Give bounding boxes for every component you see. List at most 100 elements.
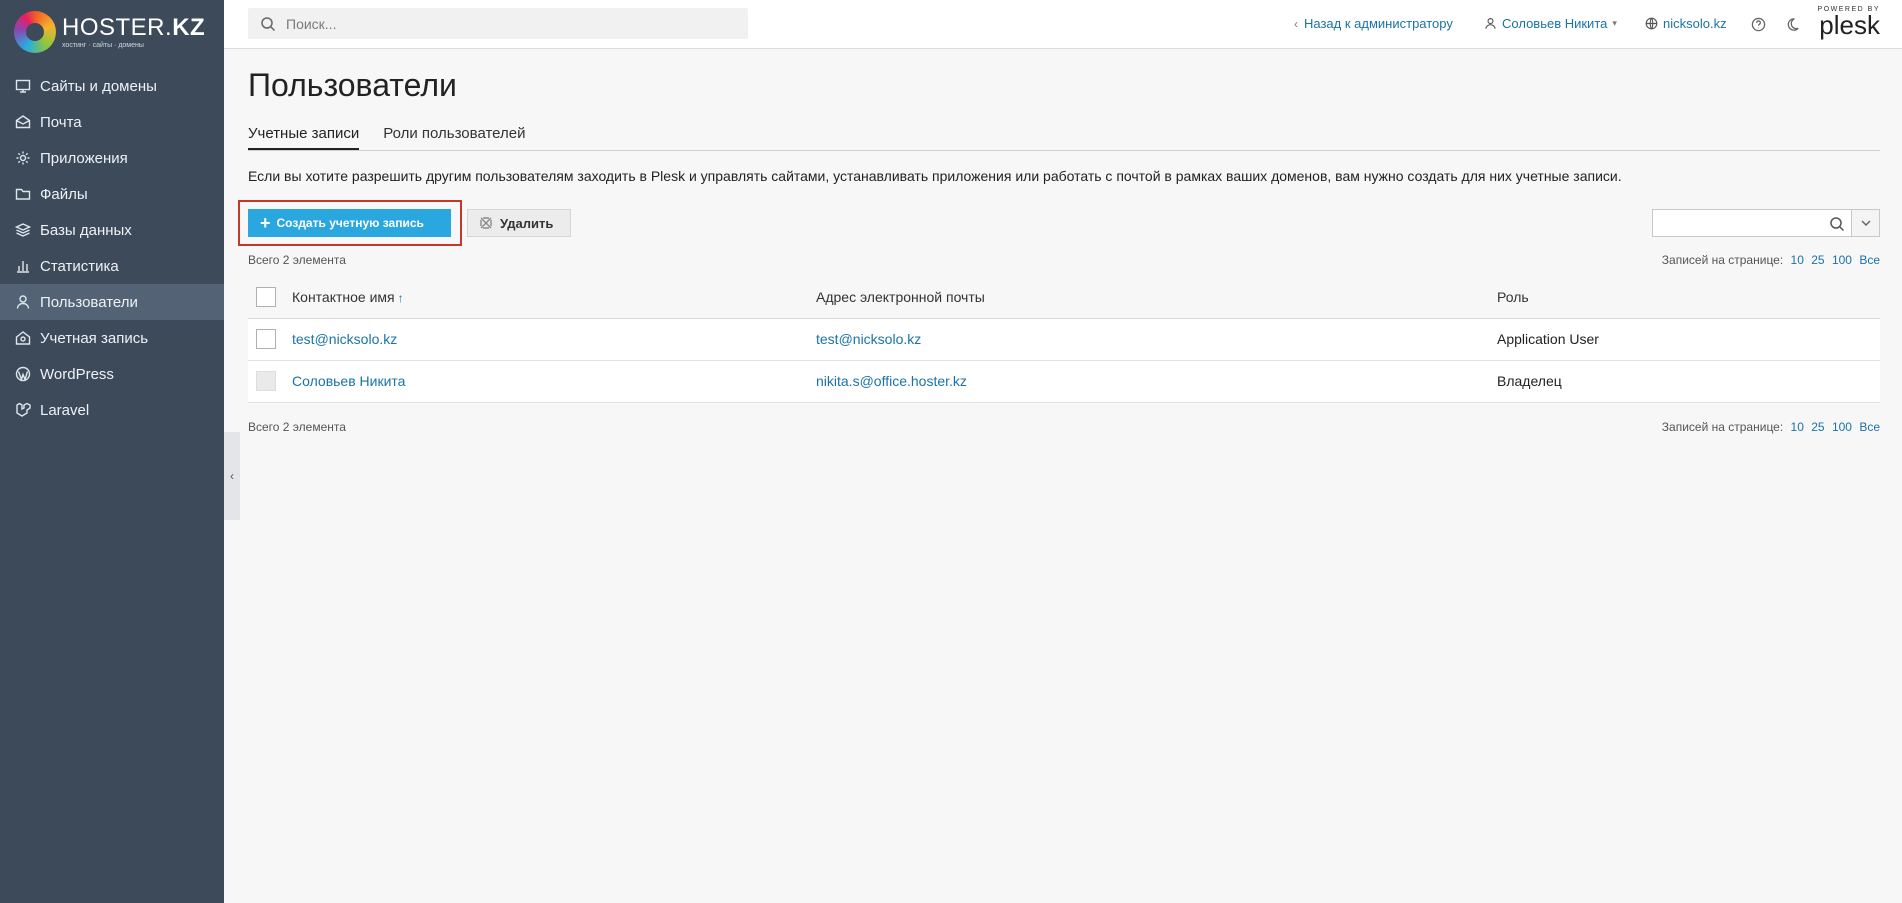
sidebar-item-label: Почта: [40, 113, 82, 131]
column-contact-name[interactable]: Контактное имя ↑: [292, 276, 816, 319]
top-bar: ‹ Назад к администратору Соловьев Никита…: [224, 0, 1902, 49]
sidebar-item-wordpress[interactable]: WordPress: [0, 356, 224, 392]
dark-mode-icon[interactable]: [1782, 14, 1802, 34]
sidebar-item-files[interactable]: Файлы: [0, 176, 224, 212]
sidebar: HOSTER.KZ хостинг · сайты · домены Сайты…: [0, 0, 224, 903]
sidebar-item-mail[interactable]: Почта: [0, 104, 224, 140]
sidebar-item-laravel[interactable]: Laravel: [0, 392, 224, 428]
delete-button[interactable]: Удалить: [467, 209, 571, 237]
tab-user-roles[interactable]: Роли пользователей: [383, 125, 525, 150]
sidebar-item-applications[interactable]: Приложения: [0, 140, 224, 176]
sidebar-item-databases[interactable]: Базы данных: [0, 212, 224, 248]
filter-input[interactable]: [1652, 209, 1852, 237]
user-email-link[interactable]: nikita.s@office.hoster.kz: [816, 373, 967, 389]
globe-icon: [1645, 17, 1658, 30]
sort-asc-icon: ↑: [397, 290, 404, 305]
user-email-link[interactable]: test@nicksolo.kz: [816, 331, 921, 347]
sidebar-item-users[interactable]: Пользователи: [0, 284, 224, 320]
help-icon[interactable]: [1748, 14, 1768, 34]
column-role[interactable]: Роль: [1497, 276, 1880, 319]
column-label: Контактное имя: [292, 288, 395, 305]
bar-chart-icon: [14, 257, 32, 275]
user-name: Соловьев Никита: [1502, 16, 1608, 31]
sidebar-item-label: Файлы: [40, 185, 88, 203]
user-name-link[interactable]: Соловьев Никита: [292, 373, 405, 389]
per-page-all[interactable]: Все: [1859, 253, 1880, 267]
per-page-100[interactable]: 100: [1832, 420, 1852, 434]
brand-name: HOSTER.KZ: [62, 13, 206, 41]
monitor-icon: [14, 77, 32, 95]
per-page-25[interactable]: 25: [1811, 420, 1824, 434]
page-description: Если вы хотите разрешить другим пользова…: [248, 168, 1622, 184]
user-name-link[interactable]: test@nicksolo.kz: [292, 331, 397, 347]
sidebar-collapse-handle[interactable]: ‹: [224, 432, 240, 520]
account-icon: [14, 329, 32, 347]
per-page-100[interactable]: 100: [1832, 253, 1852, 267]
brand-tagline: хостинг · сайты · домены: [62, 41, 144, 49]
per-page-label: Записей на странице:: [1661, 419, 1784, 434]
folder-icon: [14, 185, 32, 203]
user-menu[interactable]: Соловьев Никита ▾: [1484, 16, 1617, 31]
pagination-per-page: Записей на странице: 10 25 100 Все: [1662, 253, 1880, 267]
global-search: [248, 8, 748, 39]
table-header-row: Контактное имя ↑ Адрес электронной почты …: [248, 276, 1880, 319]
chevron-down-icon: ▾: [1612, 18, 1617, 28]
search-icon: [1830, 217, 1845, 232]
laravel-icon: [14, 401, 32, 419]
users-table: Контактное имя ↑ Адрес электронной почты …: [248, 276, 1880, 403]
filter-toggle-button[interactable]: [1852, 209, 1880, 237]
back-to-admin-label: Назад к администратору: [1304, 16, 1453, 31]
mail-icon: [14, 113, 32, 131]
sidebar-item-label: Приложения: [40, 149, 128, 167]
page-title: Пользователи: [248, 67, 457, 103]
tabs: Учетные записи Роли пользователей: [248, 125, 1880, 151]
chevron-down-icon: [1860, 220, 1871, 227]
toolbar: + Создать учетную запись Удалить: [238, 200, 1880, 246]
select-all-checkbox[interactable]: [256, 286, 276, 307]
table-row: test@nicksolo.kz test@nicksolo.kz Applic…: [248, 318, 1880, 361]
chevron-left-icon: ‹: [1294, 16, 1298, 31]
user-role: Владелец: [1497, 360, 1880, 403]
list-filter: [1652, 209, 1880, 237]
plesk-logo: POWERED BY plesk: [1818, 6, 1880, 38]
sidebar-item-label: Пользователи: [40, 293, 138, 311]
per-page-25[interactable]: 25: [1811, 253, 1824, 267]
per-page-all[interactable]: Все: [1859, 420, 1880, 434]
search-input[interactable]: [286, 15, 726, 32]
tab-accounts[interactable]: Учетные записи: [248, 125, 360, 150]
brand-logo[interactable]: HOSTER.KZ хостинг · сайты · домены: [0, 0, 224, 64]
list-meta-top: Всего 2 элемента Записей на странице: 10…: [248, 250, 1880, 270]
table-row: Соловьев Никита nikita.s@office.hoster.k…: [248, 360, 1880, 403]
sidebar-item-label: Базы данных: [40, 221, 132, 239]
pagination-per-page: Записей на странице: 10 25 100 Все: [1662, 420, 1880, 434]
total-count: Всего 2 элемента: [248, 419, 346, 434]
per-page-10[interactable]: 10: [1791, 420, 1804, 434]
main-content: Пользователи Учетные записи Роли пользов…: [238, 49, 1880, 437]
column-email[interactable]: Адрес электронной почты: [816, 276, 1497, 319]
wordpress-icon: [14, 365, 32, 383]
delete-icon: [480, 217, 492, 229]
row-checkbox-disabled: [256, 371, 276, 391]
logo-icon: [14, 11, 56, 53]
domain-link[interactable]: nicksolo.kz: [1645, 16, 1727, 31]
create-account-button[interactable]: + Создать учетную запись: [248, 209, 451, 237]
user-icon: [14, 293, 32, 311]
sidebar-nav: Сайты и домены Почта Приложения Файлы Ба…: [0, 68, 224, 428]
domain-label: nicksolo.kz: [1663, 16, 1727, 31]
row-checkbox[interactable]: [256, 329, 276, 349]
chevron-left-icon: ‹: [230, 469, 234, 483]
list-meta-bottom: Всего 2 элемента Записей на странице: 10…: [248, 417, 1880, 437]
sidebar-item-label: Учетная запись: [40, 329, 149, 347]
sidebar-item-label: Laravel: [40, 401, 90, 419]
sidebar-item-label: Статистика: [40, 257, 119, 275]
per-page-10[interactable]: 10: [1791, 253, 1804, 267]
delete-label: Удалить: [500, 215, 554, 231]
sidebar-item-websites[interactable]: Сайты и домены: [0, 68, 224, 104]
total-count: Всего 2 элемента: [248, 253, 346, 267]
sidebar-item-statistics[interactable]: Статистика: [0, 248, 224, 284]
sidebar-item-account[interactable]: Учетная запись: [0, 320, 224, 356]
user-icon: [1485, 18, 1496, 29]
plesk-wordmark: plesk: [1819, 10, 1880, 40]
back-to-admin-link[interactable]: ‹ Назад к администратору: [1294, 16, 1453, 31]
create-account-label: Создать учетную запись: [276, 216, 424, 230]
